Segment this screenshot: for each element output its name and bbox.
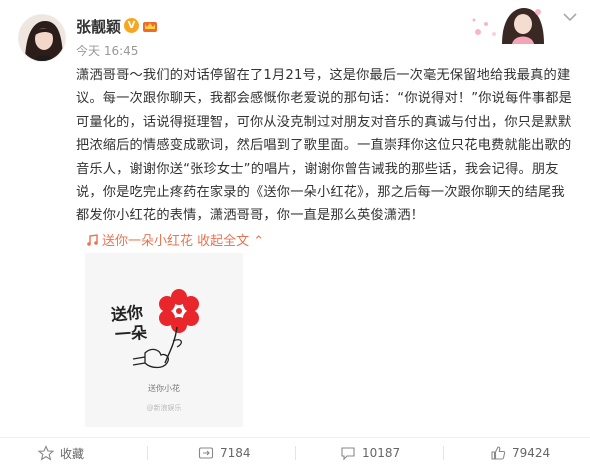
thumbs-up-icon bbox=[491, 446, 506, 460]
author-avatar[interactable] bbox=[18, 14, 66, 62]
comment-icon bbox=[341, 447, 355, 461]
avatar-image bbox=[19, 15, 65, 61]
post-timestamp[interactable]: 今天 16:45 bbox=[76, 42, 138, 59]
handwriting-line-1: 送你 bbox=[110, 302, 144, 325]
more-link-label[interactable]: 送你一朵小红花 收起全文 ⌃ bbox=[102, 230, 264, 249]
handwriting-line-2: 一朵 bbox=[114, 322, 148, 345]
red-flower-illustration bbox=[85, 253, 243, 427]
action-bar: 收藏 7184 10187 79424 bbox=[0, 437, 590, 467]
repost-button[interactable]: 7184 bbox=[198, 438, 251, 467]
repost-icon bbox=[198, 447, 214, 459]
music-link-icon bbox=[87, 233, 98, 246]
image-caption: 送你小花 bbox=[148, 384, 180, 393]
favorite-label: 收藏 bbox=[60, 446, 85, 461]
action-divider bbox=[295, 446, 296, 460]
post-text: 潇洒哥哥～我们的对话停留在了1月21号，这是你最后一次毫无保留地给我最真的建议。… bbox=[76, 68, 573, 224]
post-image-thumbnail[interactable]: 送你 一朵 送你小花 @新浪娱乐 bbox=[85, 253, 243, 427]
comment-button[interactable]: 10187 bbox=[340, 438, 400, 467]
image-watermark: @新浪娱乐 bbox=[146, 404, 182, 412]
repost-count: 7184 bbox=[220, 446, 251, 460]
comment-count: 10187 bbox=[362, 446, 401, 460]
post-menu-chevron-icon[interactable] bbox=[562, 12, 578, 22]
collapse-full-text-link[interactable]: 送你一朵小红花 收起全文 ⌃ bbox=[86, 230, 264, 249]
action-divider bbox=[147, 446, 148, 460]
author-name[interactable]: 张靓颖 bbox=[76, 16, 121, 37]
action-divider bbox=[443, 446, 444, 460]
vip-crown-icon bbox=[143, 22, 157, 32]
like-button[interactable]: 79424 bbox=[490, 438, 550, 467]
card-decoration-illustration bbox=[472, 8, 544, 44]
star-icon bbox=[38, 445, 54, 461]
weibo-post-card: 张靓颖 V 今天 16:45 潇洒哥哥～我们的对话停留在了1月21号，这是你最后… bbox=[0, 0, 590, 467]
favorite-button[interactable]: 收藏 bbox=[38, 438, 84, 467]
like-count: 79424 bbox=[512, 446, 551, 460]
verified-badge-icon: V bbox=[124, 18, 139, 33]
